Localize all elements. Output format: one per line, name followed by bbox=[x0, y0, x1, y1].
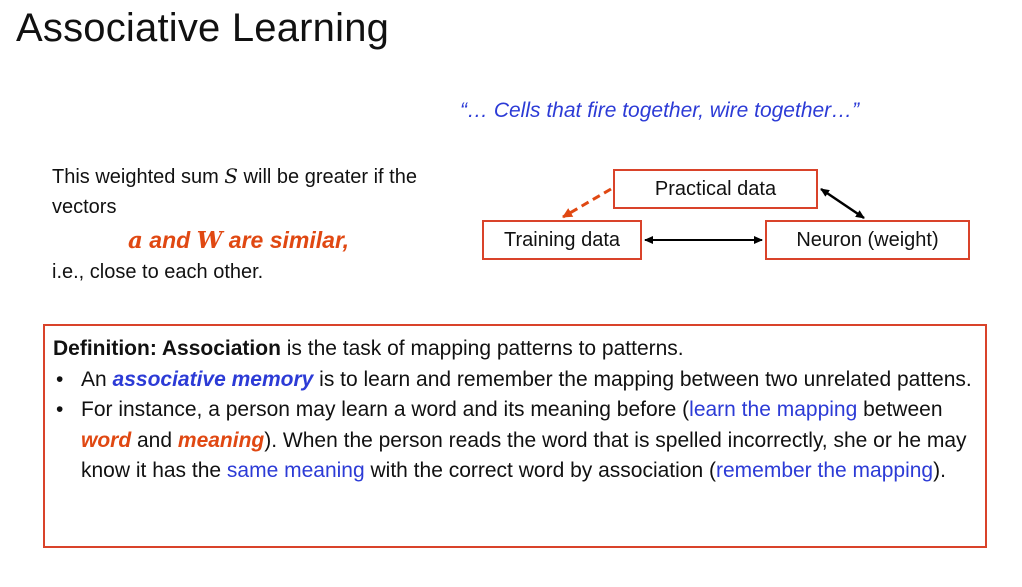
bullet-associative-memory: • An associative memory is to learn and r… bbox=[53, 365, 973, 396]
training-data-box: Training data bbox=[482, 220, 642, 260]
learn-mapping-phrase: learn the mapping bbox=[689, 398, 858, 421]
practical-data-box: Practical data bbox=[613, 169, 818, 209]
definition-line: Definition: Association is the task of m… bbox=[53, 334, 973, 365]
bullet1-post: is to learn and remember the mapping bet… bbox=[313, 367, 972, 391]
bullet1-pre: An bbox=[81, 367, 113, 391]
associative-memory-term: associative memory bbox=[112, 367, 314, 391]
bullet2-text-6: ). bbox=[933, 459, 946, 482]
same-meaning-phrase: same meaning bbox=[226, 459, 365, 482]
dashed-arrow-practical-training bbox=[562, 187, 612, 219]
bullet2-text-3: and bbox=[131, 428, 178, 452]
definition-label: Definition: Association bbox=[53, 337, 281, 360]
word-term: word bbox=[81, 428, 132, 452]
definition-text: is the task of mapping patterns to patte… bbox=[280, 337, 684, 360]
definition-bullets: • An associative memory is to learn and r… bbox=[53, 365, 973, 487]
bullet-example: • For instance, a person may learn a word… bbox=[53, 395, 973, 487]
neuron-weight-box: Neuron (weight) bbox=[765, 220, 970, 260]
bullet2-text-1: For instance, a person may learn a word … bbox=[81, 398, 690, 421]
arrow-practical-neuron bbox=[820, 187, 865, 220]
bullet2-text-5: with the correct word by association ( bbox=[364, 459, 716, 482]
remember-mapping-phrase: remember the mapping bbox=[715, 459, 934, 482]
bullet-dot-icon: • bbox=[56, 398, 64, 421]
bullet-dot-icon: • bbox=[56, 367, 64, 391]
meaning-term: meaning bbox=[177, 428, 265, 452]
bullet2-text-2: between bbox=[857, 398, 943, 421]
definition-box: Definition: Association is the task of m… bbox=[43, 324, 987, 548]
